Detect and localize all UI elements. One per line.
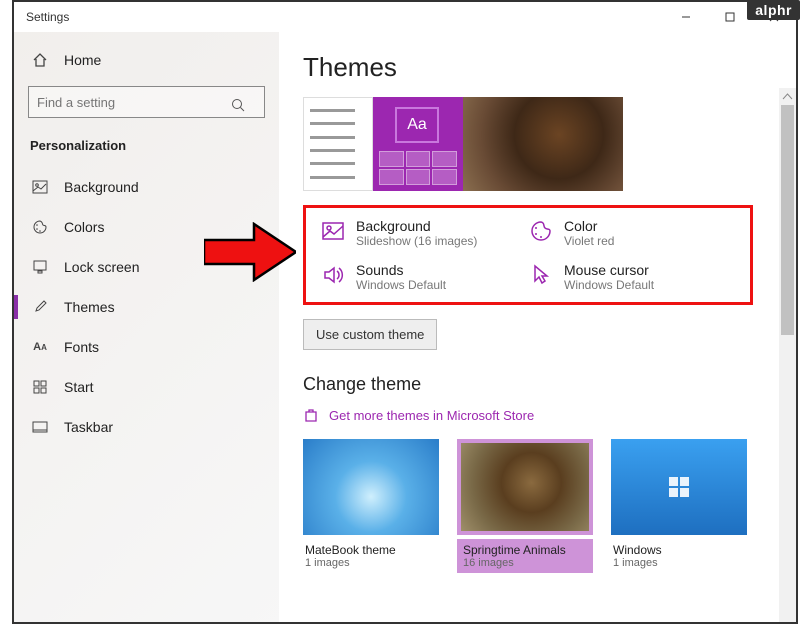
store-link[interactable]: Get more themes in Microsoft Store — [303, 407, 772, 423]
sidebar-item-background[interactable]: Background — [14, 167, 279, 207]
picture-icon — [30, 177, 50, 197]
scroll-thumb[interactable] — [781, 105, 794, 335]
theme-thumb-icon — [611, 439, 747, 535]
start-icon — [30, 377, 50, 397]
search-wrap — [28, 86, 265, 118]
watermark-text: alphr — [755, 2, 792, 18]
sidebar-item-taskbar[interactable]: Taskbar — [14, 407, 279, 447]
scrollbar[interactable] — [779, 88, 796, 622]
use-custom-theme-button[interactable]: Use custom theme — [303, 319, 437, 350]
speaker-icon — [320, 262, 346, 288]
sidebar-item-label: Background — [64, 179, 139, 195]
theme-count: 16 images — [463, 557, 587, 569]
annotation-arrow-icon — [204, 222, 296, 282]
store-link-text: Get more themes in Microsoft Store — [329, 408, 534, 423]
sidebar-item-label: Colors — [64, 219, 104, 235]
category-label: Personalization — [14, 128, 279, 167]
setting-label: Sounds — [356, 262, 446, 278]
change-theme-title: Change theme — [303, 374, 772, 395]
theme-thumb-icon — [303, 439, 439, 535]
page-title: Themes — [303, 52, 772, 83]
theme-thumb-icon — [457, 439, 593, 535]
content-area: Themes Aa BackgroundSlideshow (16 images… — [279, 32, 796, 622]
setting-background[interactable]: BackgroundSlideshow (16 images) — [320, 218, 528, 248]
lock-screen-icon — [30, 257, 50, 277]
setting-sounds[interactable]: SoundsWindows Default — [320, 262, 528, 292]
palette-icon — [528, 218, 554, 244]
theme-card-matebook[interactable]: MateBook theme1 images — [303, 439, 439, 573]
setting-label: Mouse cursor — [564, 262, 654, 278]
sidebar-item-themes[interactable]: Themes — [14, 287, 279, 327]
sidebar-item-label: Themes — [64, 299, 115, 315]
setting-cursor[interactable]: Mouse cursorWindows Default — [528, 262, 736, 292]
maximize-button[interactable] — [708, 2, 752, 32]
theme-settings-group: BackgroundSlideshow (16 images) ColorVio… — [303, 205, 753, 305]
minimize-button[interactable] — [664, 2, 708, 32]
setting-label: Color — [564, 218, 614, 234]
theme-name: Windows — [613, 543, 745, 557]
window-title: Settings — [26, 10, 69, 24]
theme-card-windows[interactable]: Windows1 images — [611, 439, 747, 573]
setting-sub: Violet red — [564, 234, 614, 248]
setting-sub: Slideshow (16 images) — [356, 234, 477, 248]
themes-list: MateBook theme1 images Springtime Animal… — [303, 439, 772, 573]
taskbar-icon — [30, 417, 50, 437]
sidebar-item-label: Fonts — [64, 339, 99, 355]
preview-accent-icon: Aa — [373, 97, 463, 191]
store-icon — [303, 407, 319, 423]
theme-count: 1 images — [305, 557, 437, 569]
home-nav[interactable]: Home — [14, 40, 279, 80]
picture-icon — [320, 218, 346, 244]
theme-card-springtime[interactable]: Springtime Animals16 images — [457, 439, 593, 573]
sidebar-item-start[interactable]: Start — [14, 367, 279, 407]
theme-count: 1 images — [613, 557, 745, 569]
sidebar: Home Personalization Background Colors L… — [14, 32, 279, 622]
watermark-badge: alphr — [747, 0, 800, 20]
search-icon — [231, 98, 245, 112]
setting-sub: Windows Default — [564, 278, 654, 292]
sidebar-item-label: Start — [64, 379, 94, 395]
theme-preview[interactable]: Aa — [303, 97, 623, 191]
preview-font-sample: Aa — [395, 107, 439, 143]
theme-name: MateBook theme — [305, 543, 437, 557]
preview-wallpaper-icon — [463, 97, 623, 191]
home-icon — [30, 50, 50, 70]
theme-name: Springtime Animals — [463, 543, 587, 557]
home-label: Home — [64, 52, 101, 68]
setting-sub: Windows Default — [356, 278, 446, 292]
sidebar-item-fonts[interactable]: AA Fonts — [14, 327, 279, 367]
setting-label: Background — [356, 218, 477, 234]
font-icon: AA — [30, 337, 50, 357]
preview-window-icon — [303, 97, 373, 191]
sidebar-item-label: Lock screen — [64, 259, 139, 275]
window-frame: Settings Home Personalization Background — [12, 0, 798, 624]
palette-icon — [30, 217, 50, 237]
cursor-icon — [528, 262, 554, 288]
search-input[interactable] — [28, 86, 265, 118]
titlebar[interactable]: Settings — [14, 2, 796, 32]
brush-icon — [30, 297, 50, 317]
setting-color[interactable]: ColorViolet red — [528, 218, 736, 248]
scroll-up-icon[interactable] — [779, 88, 796, 105]
sidebar-item-label: Taskbar — [64, 419, 113, 435]
